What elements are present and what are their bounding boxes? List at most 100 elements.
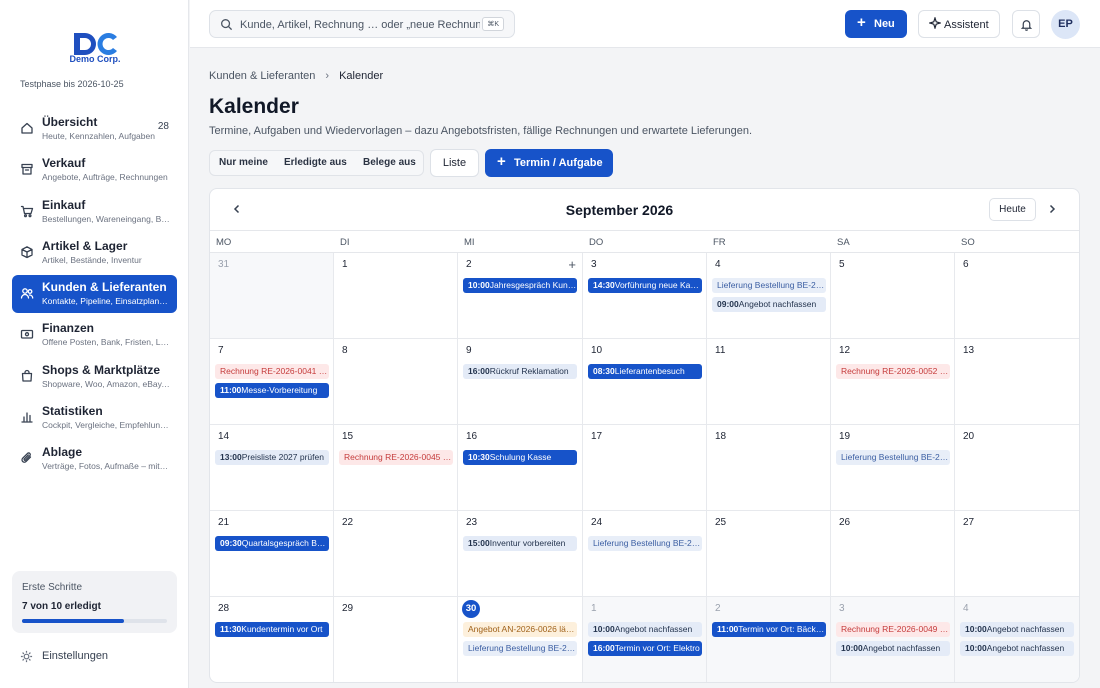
event-time: 08:30: [593, 366, 615, 376]
calendar-event[interactable]: 15:00Inventur vorbereiten: [463, 536, 577, 551]
notifications-button[interactable]: [1012, 10, 1040, 38]
calendar-event[interactable]: 08:30Lieferantenbesuch: [588, 364, 702, 379]
calendar-event[interactable]: Rechnung RE-2026-0041 fällig: [215, 364, 329, 379]
calendar-day-cell[interactable]: 13: [955, 339, 1079, 425]
calendar-day-cell[interactable]: 5: [831, 253, 955, 339]
calendar-day-cell[interactable]: 8: [334, 339, 458, 425]
calendar-day-cell[interactable]: 25: [707, 511, 831, 597]
calendar-day-cell[interactable]: 30 Angebot AN-2026-0026 läuft ab Lieferung…: [458, 597, 583, 682]
filter-only-mine[interactable]: Nur meine: [219, 157, 268, 168]
calendar-event[interactable]: 09:30Quartalsgespräch Bank: [215, 536, 329, 551]
sidebar-item-title: Finanzen: [42, 321, 95, 335]
sidebar-item-subtitle: Cockpit, Vergleiche, Empfehlungen: [42, 420, 170, 430]
calendar-day-cell[interactable]: 22: [334, 511, 458, 597]
calendar-event[interactable]: Lieferung Bestellung BE-2026-0031: [712, 278, 826, 293]
sidebar-item-verkauf[interactable]: Verkauf Angebote, Aufträge, Rechnungen: [12, 151, 177, 189]
day-number: 10: [591, 345, 603, 356]
calendar-event[interactable]: 10:00Angebot nachfassen: [588, 622, 702, 637]
breadcrumb-parent[interactable]: Kunden & Lieferanten: [209, 70, 315, 82]
chevron-right-icon[interactable]: [1045, 202, 1059, 216]
calendar-day-cell[interactable]: 16 10:30Schulung Kasse: [458, 425, 583, 511]
calendar-event[interactable]: 10:00Angebot nachfassen: [960, 622, 1074, 637]
event-title: Angebot nachfassen: [614, 624, 693, 634]
filter-hide-done[interactable]: Erledigte aus: [284, 157, 347, 168]
sidebar-item-title: Kunden & Lieferanten: [42, 280, 167, 294]
event-title: Kundentermin vor Ort: [241, 624, 323, 634]
calendar-day-cell[interactable]: 1 10:00Angebot nachfassen 16:00Termin vor …: [583, 597, 707, 682]
sidebar-item-statistiken[interactable]: Statistiken Cockpit, Vergleiche, Empfehlu…: [12, 399, 177, 437]
calendar-event[interactable]: 14:30Vorführung neue Kasse: [588, 278, 702, 293]
calendar-day-cell[interactable]: 2 +10:00Jahresgespräch Kunde: [458, 253, 583, 339]
assistant-button[interactable]: Assistent: [918, 10, 1000, 38]
calendar-day-cell[interactable]: 21 09:30Quartalsgespräch Bank: [210, 511, 334, 597]
sidebar-item-artikel-lager[interactable]: Artikel & Lager Artikel, Bestände, Invent…: [12, 234, 177, 272]
calendar-day-cell[interactable]: 24 Lieferung Bestellung BE-2026-0036: [583, 511, 707, 597]
calendar-event[interactable]: Angebot AN-2026-0026 läuft ab: [463, 622, 577, 637]
calendar-day-cell[interactable]: 14 13:00Preisliste 2027 prüfen: [210, 425, 334, 511]
calendar-day-cell[interactable]: 31: [210, 253, 334, 339]
calendar-day-cell[interactable]: 12 Rechnung RE-2026-0052 fällig: [831, 339, 955, 425]
calendar-event[interactable]: 13:00Preisliste 2027 prüfen: [215, 450, 329, 465]
calendar-day-cell[interactable]: 19 Lieferung Bestellung BE-2026-0034: [831, 425, 955, 511]
event-title: Schulung Kasse: [489, 452, 552, 462]
calendar-day-cell[interactable]: 2 11:00Termin vor Ort: Bäckerei: [707, 597, 831, 682]
calendar-day-cell[interactable]: 7 Rechnung RE-2026-0041 fällig 11:00Messe-…: [210, 339, 334, 425]
calendar-day-cell[interactable]: 18: [707, 425, 831, 511]
calendar-event[interactable]: 10:00Angebot nachfassen: [960, 641, 1074, 656]
calendar-event[interactable]: 09:00Angebot nachfassen: [712, 297, 826, 312]
calendar-day-cell[interactable]: 4 Lieferung Bestellung BE-2026-0031 09:00A…: [707, 253, 831, 339]
calendar-event[interactable]: 10:00Jahresgespräch Kunde: [463, 278, 577, 293]
sidebar-item-übersicht[interactable]: Übersicht Heute, Kennzahlen, Aufgaben 28: [12, 110, 177, 148]
calendar-day-cell[interactable]: 23 15:00Inventur vorbereiten: [458, 511, 583, 597]
calendar-day-cell[interactable]: 20: [955, 425, 1079, 511]
calendar-day-cell[interactable]: 29: [334, 597, 458, 682]
calendar-day-cell[interactable]: 3 Rechnung RE-2026-0049 fällig 10:00Angebo…: [831, 597, 955, 682]
sidebar-item-title: Artikel & Lager: [42, 239, 128, 253]
day-number: 19: [839, 431, 851, 442]
first-steps-card[interactable]: Erste Schritte 7 von 10 erledigt: [12, 571, 177, 633]
day-number: 8: [342, 345, 348, 356]
calendar-event[interactable]: 16:00Termin vor Ort: Elektro: [588, 641, 702, 656]
sidebar-item-title: Einkauf: [42, 198, 86, 212]
calendar-event[interactable]: 11:30Kundentermin vor Ort: [215, 622, 329, 637]
filter-hide-documents[interactable]: Belege aus: [363, 157, 416, 168]
calendar-day-cell[interactable]: 26: [831, 511, 955, 597]
calendar-event[interactable]: Lieferung Bestellung BE-2026-0038: [463, 641, 577, 656]
sidebar-item-shops-marktplätze[interactable]: Shops & Marktplätze Shopware, Woo, Amazon…: [12, 358, 177, 396]
calendar-day-cell[interactable]: 6: [955, 253, 1079, 339]
calendar-day-cell[interactable]: 11: [707, 339, 831, 425]
calendar-event[interactable]: 10:30Schulung Kasse: [463, 450, 577, 465]
add-event-plus-icon[interactable]: +: [568, 257, 576, 272]
calendar-day-cell[interactable]: 27: [955, 511, 1079, 597]
calendar-event[interactable]: 16:00Rückruf Reklamation: [463, 364, 577, 379]
calendar-day-cell[interactable]: 1: [334, 253, 458, 339]
sidebar-item-finanzen[interactable]: Finanzen Offene Posten, Bank, Fristen, Li…: [12, 316, 177, 354]
calendar-day-cell[interactable]: 3 14:30Vorführung neue Kasse: [583, 253, 707, 339]
sidebar-item-kunden-lieferanten[interactable]: Kunden & Lieferanten Kontakte, Pipeline, …: [12, 275, 177, 313]
sidebar-item-einkauf[interactable]: Einkauf Bestellungen, Wareneingang, Bestä…: [12, 193, 177, 231]
event-title: Inventur vorbereiten: [489, 538, 566, 548]
calendar-day-cell[interactable]: 4 10:00Angebot nachfassen 10:00Angebot nac…: [955, 597, 1079, 682]
list-view-button[interactable]: Liste: [430, 149, 479, 177]
filter-toggle-group: Nur meine Erledigte aus Belege aus: [209, 150, 424, 176]
user-avatar[interactable]: EP: [1051, 10, 1080, 39]
today-button[interactable]: Heute: [989, 198, 1036, 221]
calendar-day-cell[interactable]: 10 08:30Lieferantenbesuch: [583, 339, 707, 425]
calendar-event[interactable]: Rechnung RE-2026-0049 fällig: [836, 622, 950, 637]
search-input[interactable]: [240, 16, 480, 34]
calendar-event[interactable]: Rechnung RE-2026-0045 fällig: [339, 450, 453, 465]
calendar-event[interactable]: 11:00Messe-Vorbereitung: [215, 383, 329, 398]
calendar-event[interactable]: Lieferung Bestellung BE-2026-0036: [588, 536, 702, 551]
calendar-day-cell[interactable]: 17: [583, 425, 707, 511]
calendar-day-cell[interactable]: 9 16:00Rückruf Reklamation: [458, 339, 583, 425]
calendar-event[interactable]: Lieferung Bestellung BE-2026-0034: [836, 450, 950, 465]
sidebar-item-ablage[interactable]: Ablage Verträge, Fotos, Aufmaße – mit Suc…: [12, 440, 177, 478]
calendar-event[interactable]: 10:00Angebot nachfassen: [836, 641, 950, 656]
calendar-event[interactable]: 11:00Termin vor Ort: Bäckerei: [712, 622, 826, 637]
calendar-day-cell[interactable]: 28 11:30Kundentermin vor Ort: [210, 597, 334, 682]
calendar-day-cell[interactable]: 15 Rechnung RE-2026-0045 fällig: [334, 425, 458, 511]
new-button[interactable]: + Neu: [845, 10, 907, 38]
global-search[interactable]: ⌘K: [209, 10, 515, 38]
add-appointment-button[interactable]: + Termin / Aufgabe: [485, 149, 613, 177]
calendar-event[interactable]: Rechnung RE-2026-0052 fällig: [836, 364, 950, 379]
